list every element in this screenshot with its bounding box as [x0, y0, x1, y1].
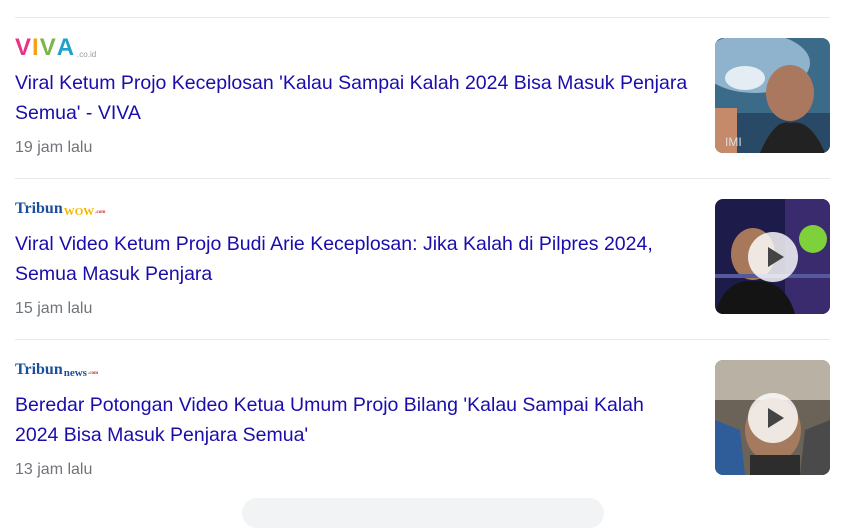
news-title-link[interactable]: Viral Ketum Projo Keceplosan 'Kalau Samp…	[15, 68, 690, 128]
viva-logo-suffix: .co.id	[77, 50, 97, 59]
news-video-thumbnail[interactable]	[715, 199, 830, 314]
news-result[interactable]: Tribun news .com Beredar Potongan Video …	[0, 358, 856, 518]
source-logo-viva: V I V A .co.id	[15, 34, 97, 61]
svg-text:IMI: IMI	[725, 135, 742, 149]
play-button[interactable]	[748, 232, 798, 282]
viva-logo-v: V	[15, 34, 33, 61]
top-divider	[15, 17, 830, 18]
result-divider	[15, 339, 830, 340]
news-result[interactable]: V I V A .co.id Viral Ketum Projo Keceplo…	[0, 34, 856, 196]
play-icon	[767, 247, 784, 267]
news-result[interactable]: Tribun WOW .com Viral Video Ketum Projo …	[0, 197, 856, 357]
play-icon	[767, 408, 784, 428]
news-thumbnail[interactable]: IMI	[715, 38, 830, 153]
source-logo-tribunwow: Tribun WOW .com	[15, 197, 105, 221]
source-logo-tribunnews: Tribun news .com	[15, 358, 98, 382]
tribun-logo-main: Tribun	[15, 200, 63, 217]
news-time: 15 jam lalu	[15, 300, 93, 317]
play-button[interactable]	[748, 393, 798, 443]
viva-logo-a: A	[56, 34, 76, 61]
tribun-logo-second: news	[63, 367, 87, 379]
viva-logo-v2: V	[39, 34, 57, 61]
news-video-thumbnail[interactable]	[715, 360, 830, 475]
tribun-logo-second: WOW	[63, 206, 95, 218]
tribun-logo-main: Tribun	[15, 361, 63, 378]
news-title-link[interactable]: Viral Video Ketum Projo Budi Arie Kecepl…	[15, 229, 690, 289]
viva-logo-i: I	[32, 34, 40, 61]
news-time: 13 jam lalu	[15, 461, 93, 478]
more-news-button[interactable]	[242, 498, 604, 528]
news-time: 19 jam lalu	[15, 139, 93, 156]
tribun-logo-suffix: .com	[95, 210, 106, 215]
result-divider	[15, 178, 830, 179]
tribun-logo-suffix: .com	[87, 371, 99, 376]
news-title-link[interactable]: Beredar Potongan Video Ketua Umum Projo …	[15, 390, 690, 450]
